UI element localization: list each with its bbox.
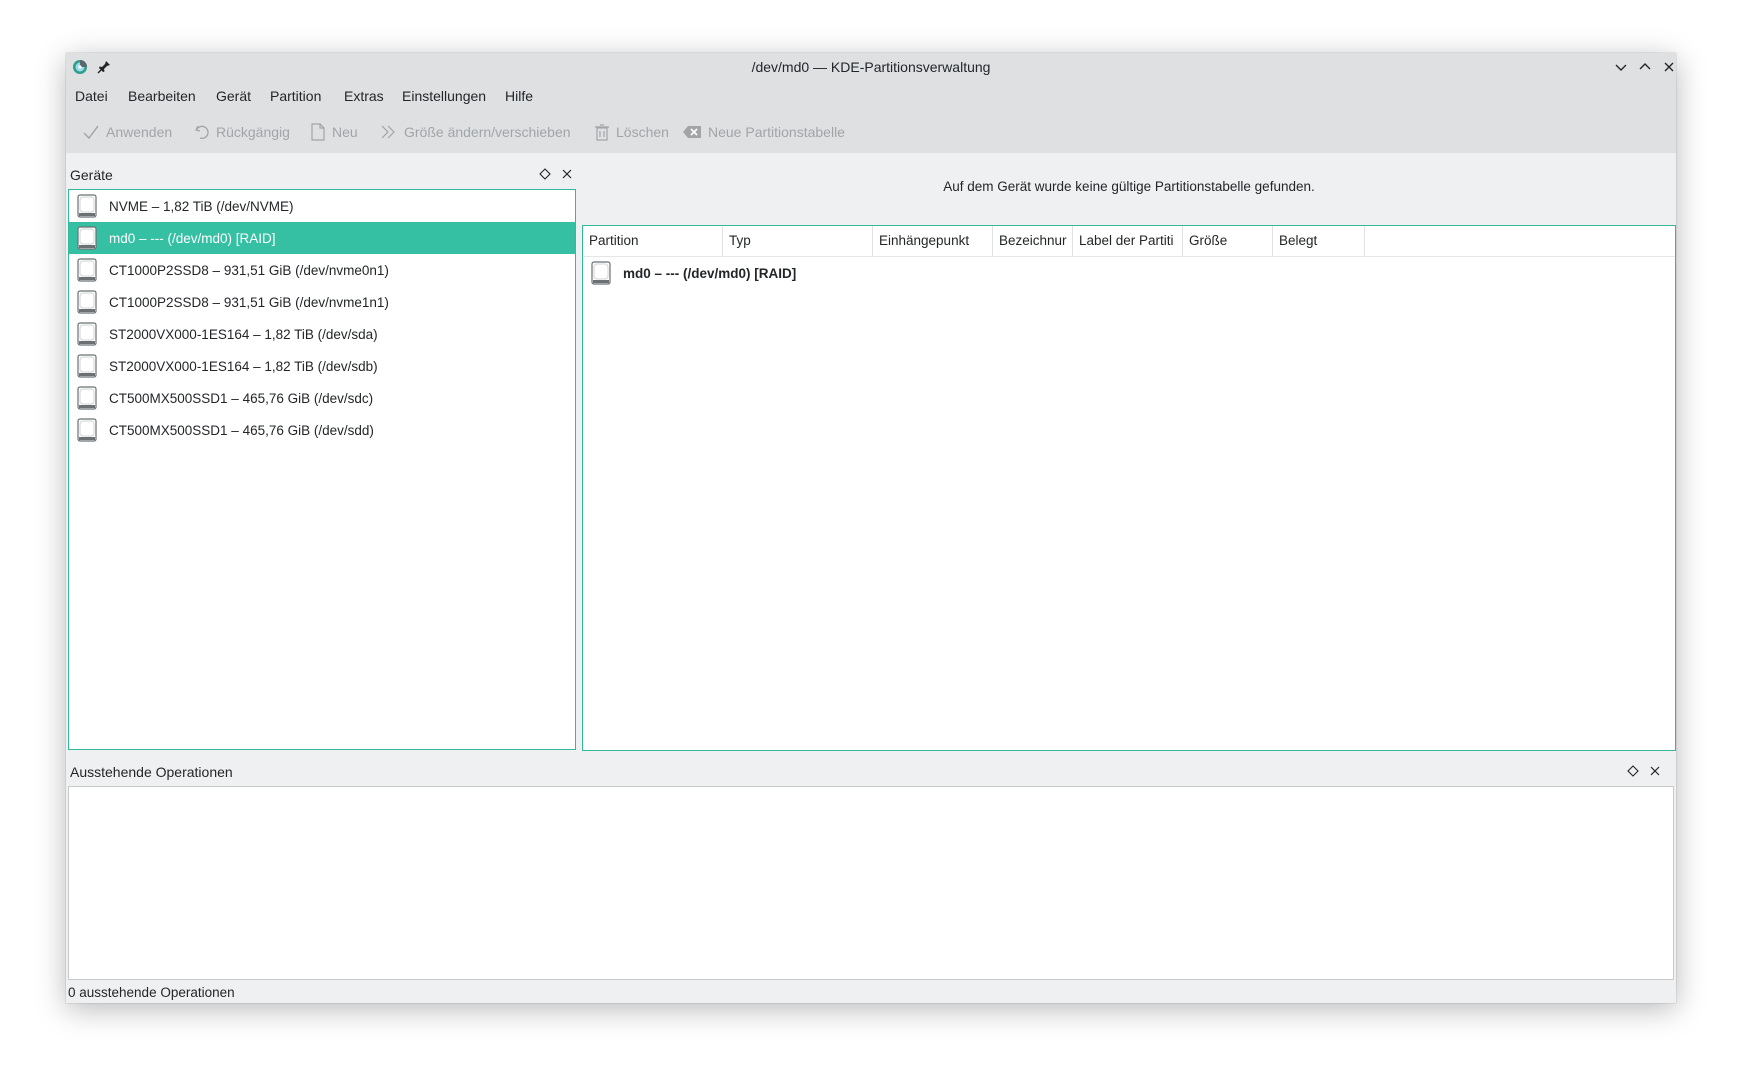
new-partition-table-label: Neue Partitionstabelle: [708, 124, 845, 140]
device-label: ST2000VX000-1ES164 – 1,82 TiB (/dev/sda): [109, 326, 378, 342]
maximize-icon[interactable]: [1636, 58, 1654, 76]
float-icon[interactable]: [538, 167, 552, 181]
window-title: /dev/md0 — KDE-Partitionsverwaltung: [751, 59, 991, 75]
minimize-icon[interactable]: [1612, 58, 1630, 76]
new-button[interactable]: Neu: [310, 121, 358, 143]
apply-button[interactable]: Anwenden: [82, 121, 172, 143]
devices-list: NVME – 1,82 TiB (/dev/NVME) md0 – --- (/…: [68, 189, 576, 750]
status-bar: 0 ausstehende Operationen: [68, 985, 235, 1000]
operations-pane-title: Ausstehende Operationen: [70, 764, 233, 780]
device-item[interactable]: ST2000VX000-1ES164 – 1,82 TiB (/dev/sda): [69, 318, 575, 350]
close-icon[interactable]: [1660, 58, 1676, 76]
menu-bearbeiten[interactable]: Bearbeiten: [128, 88, 196, 104]
device-label: CT500MX500SSD1 – 465,76 GiB (/dev/sdd): [109, 422, 374, 438]
hard-drive-icon: [77, 258, 97, 282]
devices-pane-title: Geräte: [70, 167, 113, 183]
delete-label: Löschen: [616, 124, 669, 140]
hard-drive-icon: [77, 354, 97, 378]
devices-pane-header: Geräte: [66, 161, 578, 187]
hard-drive-icon: [77, 226, 97, 250]
device-label: CT1000P2SSD8 – 931,51 GiB (/dev/nvme0n1): [109, 262, 389, 278]
device-item[interactable]: CT1000P2SSD8 – 931,51 GiB (/dev/nvme1n1): [69, 286, 575, 318]
no-partition-table-message: Auf dem Gerät wurde keine gültige Partit…: [943, 179, 1315, 194]
column-name[interactable]: Bezeichnur: [993, 226, 1073, 256]
device-item[interactable]: CT1000P2SSD8 – 931,51 GiB (/dev/nvme0n1): [69, 254, 575, 286]
hard-drive-icon: [591, 261, 611, 285]
table-row[interactable]: md0 – --- (/dev/md0) [RAID]: [583, 258, 1675, 288]
menu-extras[interactable]: Extras: [344, 88, 384, 104]
close-pane-icon[interactable]: [560, 167, 574, 181]
menubar: Datei Bearbeiten Gerät Partition Extras …: [66, 81, 1676, 111]
resize-move-label: Größe ändern/verschieben: [404, 124, 571, 140]
column-mountpoint[interactable]: Einhängepunkt: [873, 226, 993, 256]
menu-geraet[interactable]: Gerät: [216, 88, 251, 104]
device-label: CT500MX500SSD1 – 465,76 GiB (/dev/sdc): [109, 390, 374, 406]
device-label: md0 – --- (/dev/md0) [RAID]: [109, 230, 276, 246]
new-label: Neu: [332, 124, 358, 140]
clear-table-icon: [683, 126, 701, 138]
operations-list: [68, 786, 1674, 980]
device-item[interactable]: NVME – 1,82 TiB (/dev/NVME): [69, 190, 575, 222]
column-partition[interactable]: Partition: [583, 226, 723, 256]
device-item[interactable]: CT500MX500SSD1 – 465,76 GiB (/dev/sdd): [69, 414, 575, 446]
hard-drive-icon: [77, 386, 97, 410]
close-pane-icon[interactable]: [1648, 764, 1662, 778]
main-window: /dev/md0 — KDE-Partitionsverwaltung Date…: [66, 53, 1676, 1003]
operations-pane-header: Ausstehende Operationen: [66, 758, 1676, 784]
apply-label: Anwenden: [106, 124, 173, 140]
undo-label: Rückgängig: [216, 124, 290, 140]
menu-datei[interactable]: Datei: [75, 88, 108, 104]
titlebar: /dev/md0 — KDE-Partitionsverwaltung: [66, 53, 1676, 81]
device-item[interactable]: ST2000VX000-1ES164 – 1,82 TiB (/dev/sdb): [69, 350, 575, 382]
column-used[interactable]: Belegt: [1273, 226, 1365, 256]
trash-icon: [595, 124, 609, 141]
resize-icon: [381, 125, 395, 139]
toolbar: Anwenden Rückgängig Neu Größe ändern/ver…: [66, 111, 1676, 153]
column-partition-label[interactable]: Label der Partiti: [1073, 226, 1183, 256]
device-label: NVME – 1,82 TiB (/dev/NVME): [109, 198, 294, 214]
device-item[interactable]: md0 – --- (/dev/md0) [RAID]: [69, 222, 575, 254]
device-label: CT1000P2SSD8 – 931,51 GiB (/dev/nvme1n1): [109, 294, 389, 310]
hard-drive-icon: [77, 322, 97, 346]
float-icon[interactable]: [1626, 764, 1640, 778]
column-size[interactable]: Größe: [1183, 226, 1273, 256]
resize-move-button[interactable]: Größe ändern/verschieben: [380, 121, 571, 143]
hard-drive-icon: [77, 290, 97, 314]
checkmark-icon: [83, 125, 99, 140]
undo-icon: [195, 125, 209, 139]
menu-hilfe[interactable]: Hilfe: [505, 88, 533, 104]
hard-drive-icon: [77, 418, 97, 442]
menu-partition[interactable]: Partition: [270, 88, 321, 104]
undo-button[interactable]: Rückgängig: [194, 121, 290, 143]
new-document-icon: [311, 123, 325, 141]
table-header: Partition Typ Einhängepunkt Bezeichnur L…: [583, 226, 1675, 257]
device-item[interactable]: CT500MX500SSD1 – 465,76 GiB (/dev/sdc): [69, 382, 575, 414]
device-label: ST2000VX000-1ES164 – 1,82 TiB (/dev/sdb): [109, 358, 378, 374]
menu-einstellungen[interactable]: Einstellungen: [402, 88, 486, 104]
partition-label: md0 – --- (/dev/md0) [RAID]: [623, 265, 797, 281]
new-partition-table-button[interactable]: Neue Partitionstabelle: [682, 121, 845, 143]
delete-button[interactable]: Löschen: [594, 121, 669, 143]
column-type[interactable]: Typ: [723, 226, 873, 256]
hard-drive-icon: [77, 194, 97, 218]
partition-table: Partition Typ Einhängepunkt Bezeichnur L…: [582, 225, 1676, 751]
